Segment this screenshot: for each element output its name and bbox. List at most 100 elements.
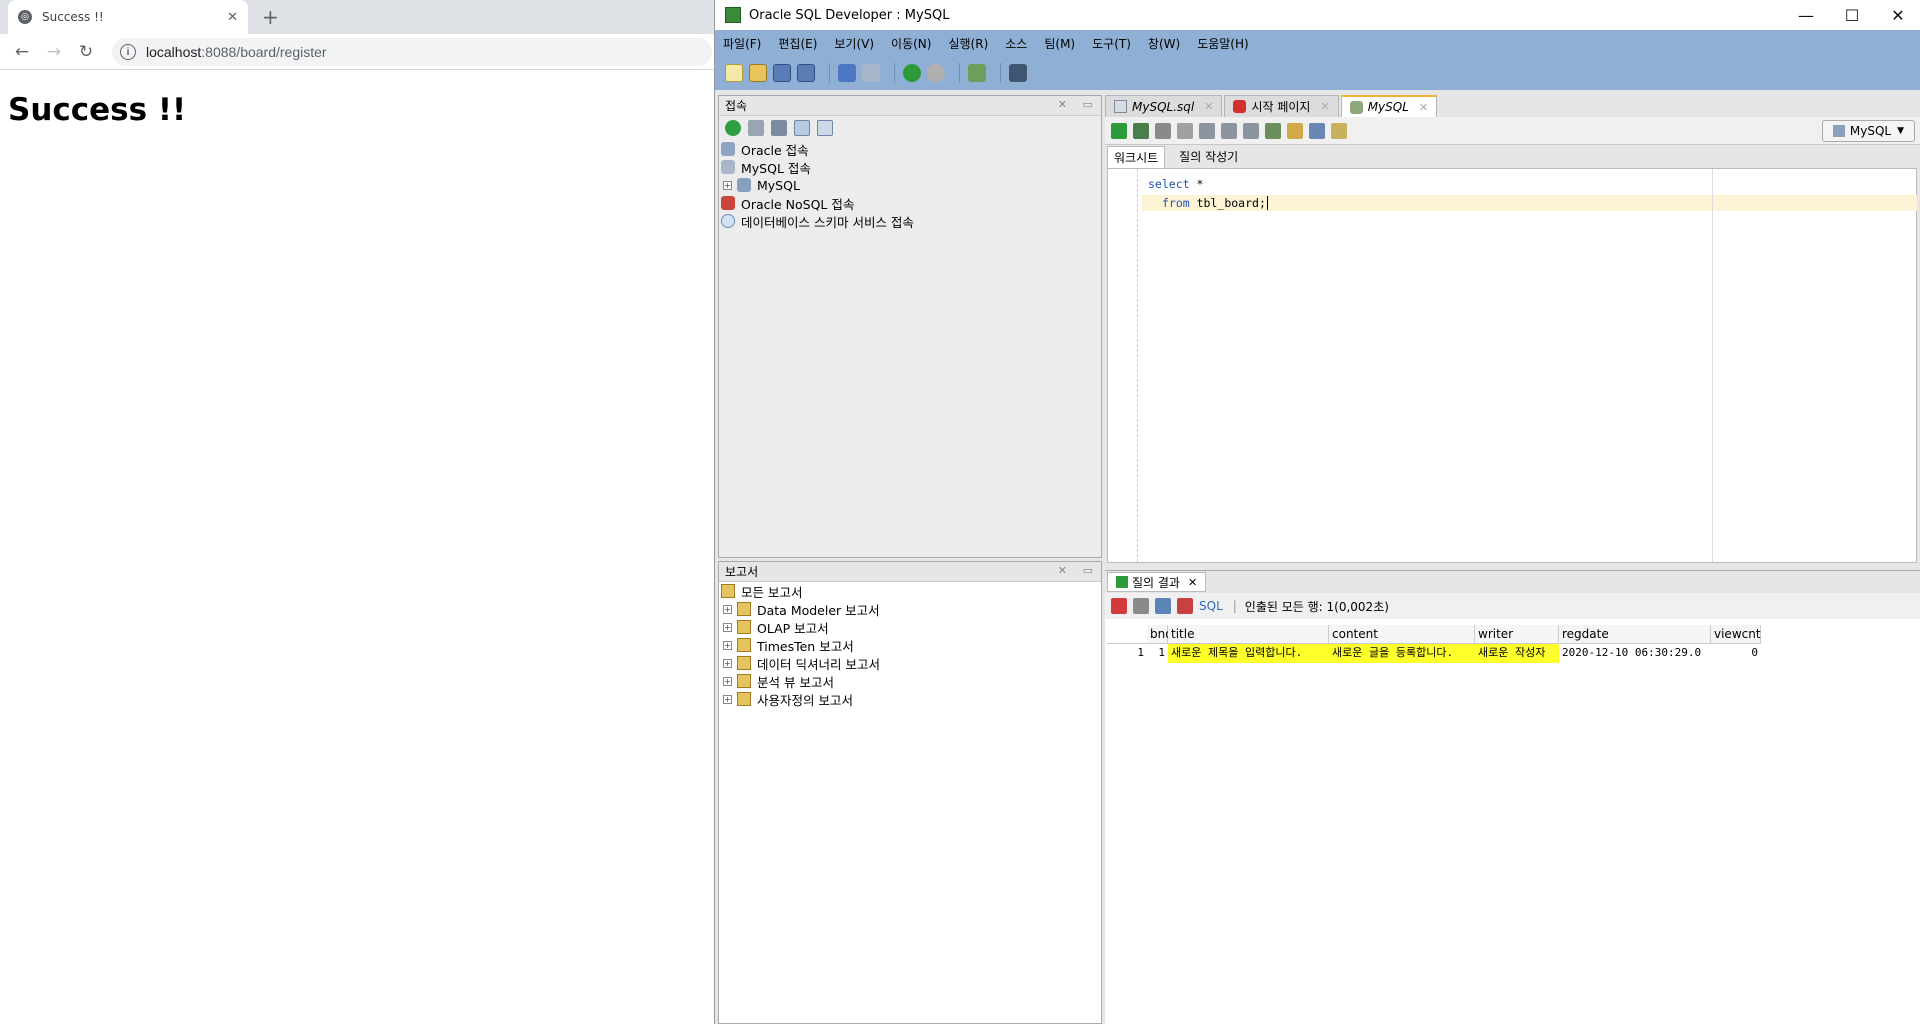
cell-viewcnt[interactable]: 0 — [1711, 644, 1761, 663]
menu-window[interactable]: 창(W) — [1148, 35, 1180, 52]
cell-bno[interactable]: 1 — [1147, 644, 1168, 663]
refresh-icon[interactable] — [1155, 598, 1171, 614]
save-all-icon[interactable] — [797, 64, 815, 82]
column-header[interactable]: writer — [1475, 625, 1559, 644]
sql-worksheet-icon[interactable] — [968, 64, 986, 82]
cell-regdate[interactable]: 2020-12-10 06:30:29.0 — [1559, 644, 1711, 663]
tab-query-builder[interactable]: 질의 작성기 — [1173, 146, 1244, 169]
tree-report-item[interactable]: + TimesTen 보고서 — [719, 636, 1101, 654]
cell-writer[interactable]: 새로운 작성자 — [1475, 644, 1559, 663]
close-tab-icon[interactable]: ✕ — [1419, 101, 1428, 114]
tree-mysql-node[interactable]: + MySQL — [719, 176, 1101, 194]
expand-icon[interactable]: + — [723, 676, 732, 686]
expand-icon[interactable]: + — [723, 658, 732, 668]
forward-arrow-icon[interactable]: → — [38, 42, 70, 62]
minimize-panel-icon[interactable]: ▭ — [1083, 98, 1093, 111]
info-icon[interactable]: i — [120, 44, 136, 60]
column-header[interactable]: title — [1168, 625, 1329, 644]
tab-worksheet[interactable]: 워크시트 — [1107, 145, 1166, 169]
run-script-icon[interactable] — [1133, 122, 1149, 139]
tree-nosql-connections[interactable]: Oracle NoSQL 접속 — [719, 194, 1101, 212]
tab-mysql-sql[interactable]: MySQL.sql ✕ — [1105, 95, 1223, 117]
expand-icon[interactable]: + — [723, 180, 732, 190]
cell-title[interactable]: 새로운 제목을 입력합니다. — [1168, 644, 1329, 663]
save-icon[interactable] — [773, 64, 791, 82]
close-panel-icon[interactable]: ✕ — [1058, 564, 1067, 577]
new-tab-icon[interactable]: + — [262, 5, 279, 29]
format-icon[interactable] — [1331, 122, 1347, 139]
open-folder-icon[interactable] — [749, 64, 767, 82]
maximize-icon[interactable]: ☐ — [1829, 6, 1875, 25]
column-header[interactable]: bno — [1147, 625, 1173, 644]
menu-tools[interactable]: 도구(T) — [1092, 35, 1131, 52]
close-window-icon[interactable]: ✕ — [1875, 6, 1920, 25]
menu-view[interactable]: 보기(V) — [834, 35, 874, 52]
tree-report-item[interactable]: + Data Modeler 보고서 — [719, 600, 1101, 618]
redo-icon[interactable] — [862, 64, 880, 82]
autotrace-icon[interactable] — [1221, 122, 1237, 139]
close-tab-icon[interactable]: ✕ — [1188, 576, 1197, 589]
expand-icon[interactable]: + — [723, 604, 732, 614]
tree-oracle-connections[interactable]: Oracle 접속 — [719, 140, 1101, 158]
tab-query-result[interactable]: 질의 결과 ✕ — [1107, 572, 1207, 592]
unshared-sql-icon[interactable] — [1309, 122, 1325, 139]
back-arrow-icon[interactable]: ← — [6, 42, 38, 62]
minimize-panel-icon[interactable]: ▭ — [1083, 564, 1093, 577]
commit-icon[interactable] — [1155, 122, 1171, 139]
clear-icon[interactable] — [1243, 122, 1259, 139]
collapse-icon[interactable] — [817, 120, 833, 136]
menu-edit[interactable]: 편집(E) — [778, 35, 817, 52]
run-statement-icon[interactable] — [1111, 122, 1127, 139]
expand-icon[interactable]: + — [723, 694, 732, 704]
tree-report-item[interactable]: + OLAP 보고서 — [719, 618, 1101, 636]
eraser-icon[interactable] — [1287, 122, 1303, 139]
tree-mysql-connections[interactable]: MySQL 접속 — [719, 158, 1101, 176]
schema-browser-icon[interactable] — [794, 120, 810, 136]
tab-start-page[interactable]: 시작 페이지 ✕ — [1224, 95, 1339, 117]
tree-all-reports[interactable]: 모든 보고서 — [719, 582, 1101, 600]
tree-report-item[interactable]: + 사용자정의 보고서 — [719, 690, 1101, 708]
add-connection-icon[interactable] — [725, 120, 741, 136]
menu-file[interactable]: 파일(F) — [723, 35, 761, 52]
cancel-icon[interactable] — [1177, 598, 1193, 614]
back-nav-icon[interactable] — [903, 64, 921, 82]
sql-link[interactable]: SQL — [1199, 599, 1223, 613]
column-header[interactable]: regdate — [1559, 625, 1711, 644]
forward-nav-icon[interactable] — [927, 64, 945, 82]
explain-plan-icon[interactable] — [1199, 122, 1215, 139]
tab-mysql-worksheet[interactable]: MySQL ✕ — [1340, 95, 1438, 117]
close-panel-icon[interactable]: ✕ — [1058, 98, 1067, 111]
pin-icon[interactable] — [1111, 598, 1127, 614]
cell-content[interactable]: 새로운 글을 등록합니다. — [1329, 644, 1475, 663]
menu-run[interactable]: 실행(R) — [948, 35, 988, 52]
tree-report-item[interactable]: + 데이터 딕셔너리 보고서 — [719, 654, 1101, 672]
reload-icon[interactable]: ↻ — [70, 42, 102, 62]
table-row[interactable]: 1 1 새로운 제목을 입력합니다. 새로운 글을 등록합니다. 새로운 작성자… — [1107, 644, 1919, 663]
expand-icon[interactable]: + — [723, 640, 732, 650]
tree-report-item[interactable]: + 분석 뷰 보고서 — [719, 672, 1101, 690]
minimize-icon[interactable]: — — [1783, 6, 1829, 25]
binoculars-icon[interactable] — [1009, 64, 1027, 82]
new-file-icon[interactable] — [725, 64, 743, 82]
menu-help[interactable]: 도움말(H) — [1197, 35, 1249, 52]
menu-source[interactable]: 소스 — [1005, 35, 1027, 52]
column-header[interactable]: viewcnt — [1711, 625, 1761, 644]
filter-icon[interactable] — [771, 120, 787, 136]
refresh-icon[interactable] — [748, 120, 764, 136]
column-header[interactable]: content — [1329, 625, 1475, 644]
close-tab-icon[interactable]: ✕ — [1204, 100, 1213, 113]
connection-selector[interactable]: MySQL ▼ — [1821, 120, 1915, 142]
tree-schema-service[interactable]: 데이터베이스 스키마 서비스 접속 — [719, 212, 1101, 230]
close-tab-icon[interactable]: ✕ — [1320, 100, 1329, 113]
undo-icon[interactable] — [838, 64, 856, 82]
menu-team[interactable]: 팀(M) — [1044, 35, 1075, 52]
expand-icon[interactable]: + — [723, 622, 732, 632]
sql-history-icon[interactable] — [1265, 122, 1281, 139]
address-bar[interactable]: i localhost:8088/board/register — [112, 38, 712, 66]
menu-navigate[interactable]: 이동(N) — [891, 35, 931, 52]
close-tab-icon[interactable]: ✕ — [227, 10, 238, 25]
print-icon[interactable] — [1133, 598, 1149, 614]
sql-editor[interactable]: select * from tbl_board; — [1107, 168, 1917, 563]
browser-tab[interactable]: ◎ Success !! ✕ — [8, 0, 248, 34]
rollback-icon[interactable] — [1177, 122, 1193, 139]
